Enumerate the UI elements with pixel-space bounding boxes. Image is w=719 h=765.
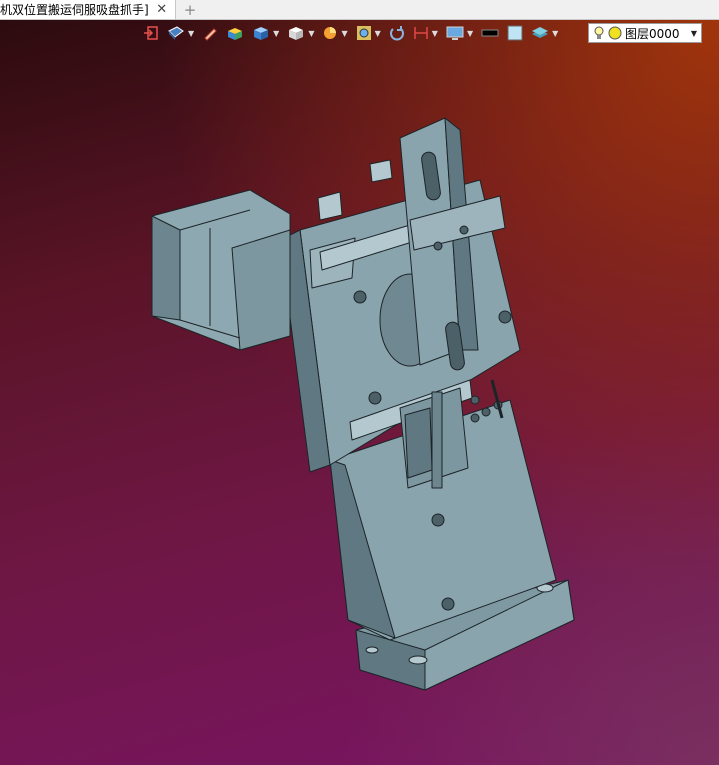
- section-view-button[interactable]: ▼: [319, 23, 350, 43]
- rotate-icon: [389, 26, 404, 41]
- light-blue-square-icon: [507, 25, 523, 41]
- sketch-button[interactable]: [199, 23, 221, 43]
- chevron-down-icon: ▼: [466, 28, 474, 38]
- close-icon[interactable]: ✕: [155, 2, 169, 17]
- chevron-down-icon: ▼: [188, 28, 195, 38]
- yellow-circle-icon: [608, 26, 622, 40]
- chevron-down-icon: ▼: [308, 28, 315, 38]
- new-tab-button[interactable]: +: [176, 0, 205, 19]
- tab-bar: 机双位置搬运伺服吸盘抓手] ✕ +: [0, 0, 719, 20]
- chevron-down-icon: ▼: [552, 28, 559, 38]
- chevron-down-icon: ▼: [273, 28, 280, 38]
- color-swatch-button[interactable]: [504, 23, 526, 43]
- 3d-viewport[interactable]: ▼ ▼ ▼ ▼ ▼ ▼ ▼ ▼ 图层0000 ▼: [0, 20, 719, 765]
- tab-label: 机双位置搬运伺服吸盘抓手]: [0, 3, 149, 17]
- background-color-button[interactable]: [478, 23, 502, 43]
- dimension-icon: [414, 27, 428, 39]
- black-rect-icon: [481, 29, 499, 37]
- solid-view-button[interactable]: ▼: [249, 23, 282, 43]
- white-cube-icon: [289, 27, 304, 40]
- layer-stack-icon: [532, 27, 549, 38]
- pen-icon: [204, 28, 217, 41]
- dimension-button[interactable]: ▼: [410, 23, 441, 43]
- layer-select[interactable]: 图层0000 ▼: [588, 23, 702, 43]
- display-style-icon: [168, 26, 184, 40]
- cube-icon: [254, 27, 269, 40]
- chevron-down-icon: ▼: [341, 28, 348, 38]
- gripper-3d-model: [151, 117, 575, 691]
- chevron-down-icon[interactable]: ▼: [691, 29, 697, 38]
- monitor-icon: [446, 26, 464, 40]
- document-tab[interactable]: 机双位置搬运伺服吸盘抓手] ✕: [0, 0, 176, 19]
- layer-label: 图层0000: [625, 26, 680, 41]
- zoom-view-icon: [356, 26, 371, 40]
- exit-button[interactable]: [140, 23, 162, 43]
- layer-manager-button[interactable]: ▼: [528, 23, 561, 43]
- box-color-icon: [228, 28, 243, 40]
- zoom-view-button[interactable]: ▼: [353, 23, 384, 43]
- chevron-down-icon: ▼: [431, 28, 438, 38]
- shaded-view-button[interactable]: ▼: [284, 23, 317, 43]
- chevron-down-icon: ▼: [374, 28, 381, 38]
- viewport-toolbar: ▼ ▼ ▼ ▼ ▼ ▼ ▼ ▼: [140, 22, 561, 44]
- pie-section-icon: [324, 27, 337, 39]
- display-settings-button[interactable]: ▼: [443, 23, 476, 43]
- display-style-button[interactable]: ▼: [164, 23, 197, 43]
- bulb-icon: [594, 26, 604, 39]
- exit-icon: [144, 26, 158, 40]
- rotate-button[interactable]: [386, 23, 408, 43]
- box-color-button[interactable]: [223, 23, 247, 43]
